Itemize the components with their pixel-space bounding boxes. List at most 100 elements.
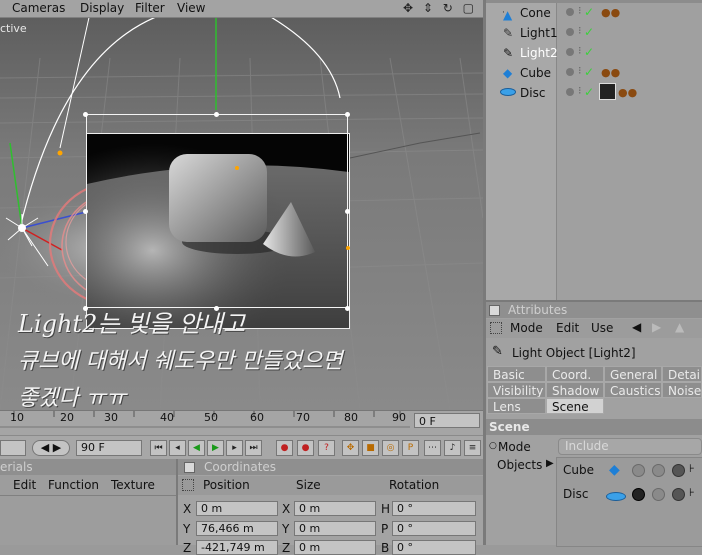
include-item-disc[interactable]: Disc xyxy=(563,487,588,501)
scale-key-icon[interactable]: ■ xyxy=(362,440,379,456)
start-frame-field[interactable] xyxy=(0,440,26,456)
object-row-cone[interactable]: · ▲ Cone ⁝ ✓ ●● xyxy=(486,3,702,23)
rotation-p-field[interactable]: 0 ° xyxy=(392,521,476,536)
visibility-dot-icon[interactable] xyxy=(566,88,574,96)
next-key-button[interactable]: ▸ xyxy=(226,440,243,456)
tab-lens[interactable]: Lens xyxy=(487,398,546,414)
toggle-dot-icon[interactable] xyxy=(672,488,685,501)
phong-tag-icon[interactable]: ●● xyxy=(601,66,620,79)
render-toggle-icon[interactable]: ⁝ xyxy=(578,44,582,57)
hierarchy-icon[interactable]: ⊦ xyxy=(689,462,695,475)
materials-menu-function[interactable]: Function xyxy=(48,478,99,492)
prev-key-button[interactable]: ◂ xyxy=(169,440,186,456)
animate-dot-icon[interactable]: ○ xyxy=(489,441,497,451)
play-backward-button[interactable]: ◀ xyxy=(188,440,205,456)
selection-handle[interactable] xyxy=(345,306,350,311)
tab-scene[interactable]: Scene xyxy=(546,398,604,414)
record-icon[interactable]: ● xyxy=(276,440,293,456)
object-row-light2[interactable]: ✎ Light2 ⁝ ✓ xyxy=(486,43,702,63)
toggle-dot-icon[interactable] xyxy=(632,464,645,477)
timeline-ruler[interactable]: 10 20 30 40 50 60 70 80 90 xyxy=(0,410,483,435)
enabled-check-icon[interactable]: ✓ xyxy=(584,45,594,59)
3d-viewport[interactable]: ctive Light2는 빛을 안내고 큐브에 대해서 쉐도우만 만들었으면 … xyxy=(0,18,483,410)
rotation-h-field[interactable]: 0 ° xyxy=(392,501,476,516)
selection-handle[interactable] xyxy=(214,112,219,117)
object-row-cube[interactable]: ◆ Cube ⁝ ✓ ●● xyxy=(486,63,702,83)
phong-tag-icon[interactable]: ●● xyxy=(618,86,637,99)
selection-handle[interactable] xyxy=(83,209,88,214)
view-navigation-icons[interactable]: ✥ ⇕ ↻ ▢ xyxy=(403,1,477,15)
param-key-icon[interactable]: P xyxy=(402,440,419,456)
menu-filter[interactable]: Filter xyxy=(135,1,165,15)
selection-handle[interactable] xyxy=(345,112,350,117)
toggle-dot-icon[interactable] xyxy=(672,464,685,477)
visibility-dot-icon[interactable] xyxy=(566,28,574,36)
render-toggle-icon[interactable]: ⁝ xyxy=(578,24,582,37)
back-arrow-icon[interactable]: ◀ xyxy=(632,320,641,334)
include-item-cube[interactable]: Cube xyxy=(563,463,594,477)
tab-shadow[interactable]: Shadow xyxy=(546,382,604,398)
visibility-dot-icon[interactable] xyxy=(566,68,574,76)
object-row-light1[interactable]: ✎ Light1 ⁝ ✓ xyxy=(486,23,702,43)
attributes-menu-edit[interactable]: Edit xyxy=(556,321,579,335)
size-x-field[interactable]: 0 m xyxy=(294,501,376,516)
mode-dropdown[interactable]: Include xyxy=(558,438,702,455)
render-toggle-icon[interactable]: ⁝ xyxy=(578,64,582,77)
materials-menu-texture[interactable]: Texture xyxy=(111,478,155,492)
visibility-dot-icon[interactable] xyxy=(566,8,574,16)
enabled-check-icon[interactable]: ✓ xyxy=(584,65,594,79)
rotation-b-field[interactable]: 0 ° xyxy=(392,540,476,555)
pla-key-icon[interactable]: ⋯ xyxy=(424,440,441,456)
attributes-menu-use[interactable]: Use xyxy=(591,321,613,335)
tab-coord[interactable]: Coord. xyxy=(546,366,604,382)
goto-end-button[interactable]: ⏭ xyxy=(245,440,262,456)
object-row-disc[interactable]: Disc ⁝ ✓ ●● xyxy=(486,83,702,103)
tab-visibility[interactable]: Visibility xyxy=(487,382,546,398)
forward-arrow-icon[interactable]: ▶ xyxy=(652,320,661,334)
panel-toggle-icon[interactable] xyxy=(184,462,195,473)
autokey-icon[interactable]: ● xyxy=(297,440,314,456)
tab-basic[interactable]: Basic xyxy=(487,366,546,382)
enabled-check-icon[interactable]: ✓ xyxy=(584,5,594,19)
tab-noise[interactable]: Noise xyxy=(662,382,702,398)
render-toggle-icon[interactable]: ⁝ xyxy=(578,84,582,97)
timeline-options-icon[interactable]: ≡ xyxy=(464,440,481,456)
tab-details[interactable]: Details xyxy=(662,366,702,382)
phong-tag-icon[interactable]: ●● xyxy=(601,6,620,19)
materials-menu-edit[interactable]: Edit xyxy=(13,478,36,492)
selection-handle[interactable] xyxy=(345,209,350,214)
tab-caustics[interactable]: Caustics xyxy=(604,382,662,398)
play-forward-button[interactable]: ▶ xyxy=(207,440,224,456)
enabled-check-icon[interactable]: ✓ xyxy=(584,25,594,39)
menu-display[interactable]: Display xyxy=(80,1,124,15)
rotate-key-icon[interactable]: ◎ xyxy=(382,440,399,456)
position-x-field[interactable]: 0 m xyxy=(196,501,278,516)
move-key-icon[interactable]: ✥ xyxy=(342,440,359,456)
expand-arrow-icon[interactable]: ▶ xyxy=(546,458,554,469)
position-z-field[interactable]: -421,749 m xyxy=(196,540,278,555)
attributes-menu-mode[interactable]: Mode xyxy=(510,321,543,335)
position-y-field[interactable]: 76,466 m xyxy=(196,521,278,536)
tab-general[interactable]: General xyxy=(604,366,662,382)
end-frame-field[interactable]: 90 F xyxy=(76,440,142,456)
hierarchy-icon[interactable]: ⊦ xyxy=(689,486,695,499)
selection-handle[interactable] xyxy=(83,112,88,117)
panel-toggle-icon[interactable] xyxy=(489,305,500,316)
render-toggle-icon[interactable]: ⁝ xyxy=(578,4,582,17)
range-slider[interactable]: ◀ ▶ xyxy=(32,440,70,456)
menu-cameras[interactable]: Cameras xyxy=(12,1,65,15)
current-frame-field[interactable]: 0 F xyxy=(414,413,480,428)
keyframe-selection-icon[interactable]: ? xyxy=(318,440,335,456)
size-y-field[interactable]: 0 m xyxy=(294,521,376,536)
visibility-dot-icon[interactable] xyxy=(566,48,574,56)
toggle-dot-icon[interactable] xyxy=(632,488,645,501)
menu-view[interactable]: View xyxy=(177,1,205,15)
selection-box[interactable] xyxy=(86,114,348,308)
enabled-check-icon[interactable]: ✓ xyxy=(584,85,594,99)
schedule-icon[interactable]: ♪ xyxy=(444,440,461,456)
toggle-dot-icon[interactable] xyxy=(652,488,665,501)
compositing-tag-icon[interactable] xyxy=(599,83,616,100)
up-arrow-icon[interactable]: ▲ xyxy=(675,320,684,334)
toggle-dot-icon[interactable] xyxy=(652,464,665,477)
size-z-field[interactable]: 0 m xyxy=(294,540,376,555)
